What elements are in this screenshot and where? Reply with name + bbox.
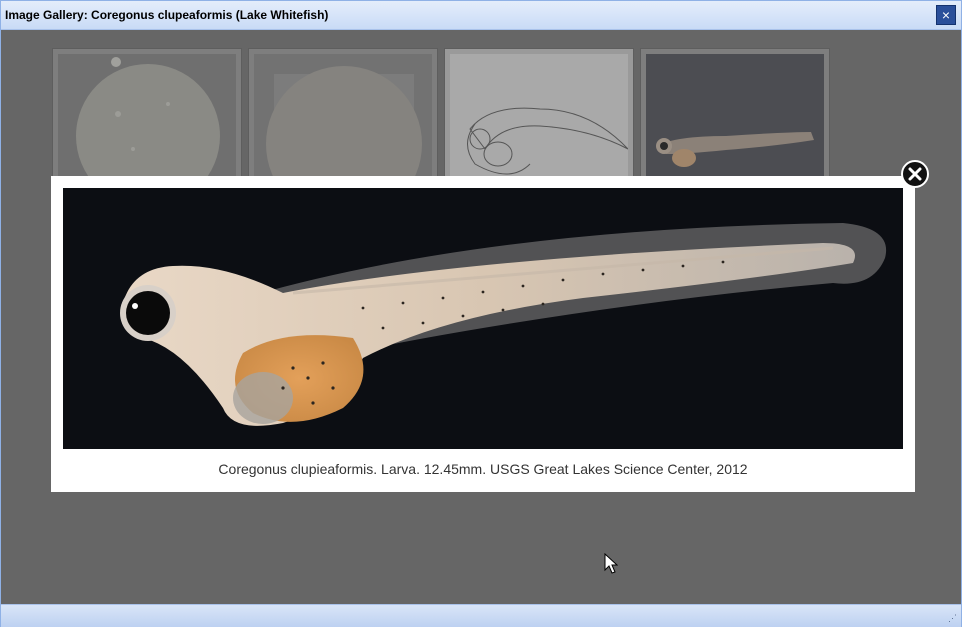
thumbnail-larva-drawing[interactable]: [444, 48, 634, 178]
larva-photo-icon: [63, 188, 903, 449]
egg-photo-icon: [58, 54, 236, 177]
lightbox: Coregonus clupieaformis. Larva. 12.45mm.…: [51, 176, 915, 492]
statusbar: ⋰: [1, 604, 961, 627]
thumbnail-larva-photo[interactable]: [640, 48, 830, 178]
larva-sketch-icon: [450, 54, 628, 177]
mouse-cursor-icon: [604, 553, 618, 574]
thumbnail-egg[interactable]: [52, 48, 242, 178]
thumbnail-egg-2[interactable]: [248, 48, 438, 178]
close-icon: ×: [941, 7, 951, 23]
resize-grip-icon[interactable]: ⋰: [948, 613, 957, 624]
larva-image: [63, 188, 903, 449]
larva-photo-icon: [646, 54, 824, 177]
titlebar: Image Gallery: Coregonus clupeaformis (L…: [1, 1, 961, 30]
window-close-button[interactable]: ×: [936, 5, 956, 25]
window-title: Image Gallery: Coregonus clupeaformis (L…: [5, 8, 329, 22]
image-caption: Coregonus clupieaformis. Larva. 12.45mm.…: [218, 461, 748, 477]
lightbox-close-button[interactable]: [901, 160, 929, 188]
egg-photo-icon: [254, 54, 432, 177]
